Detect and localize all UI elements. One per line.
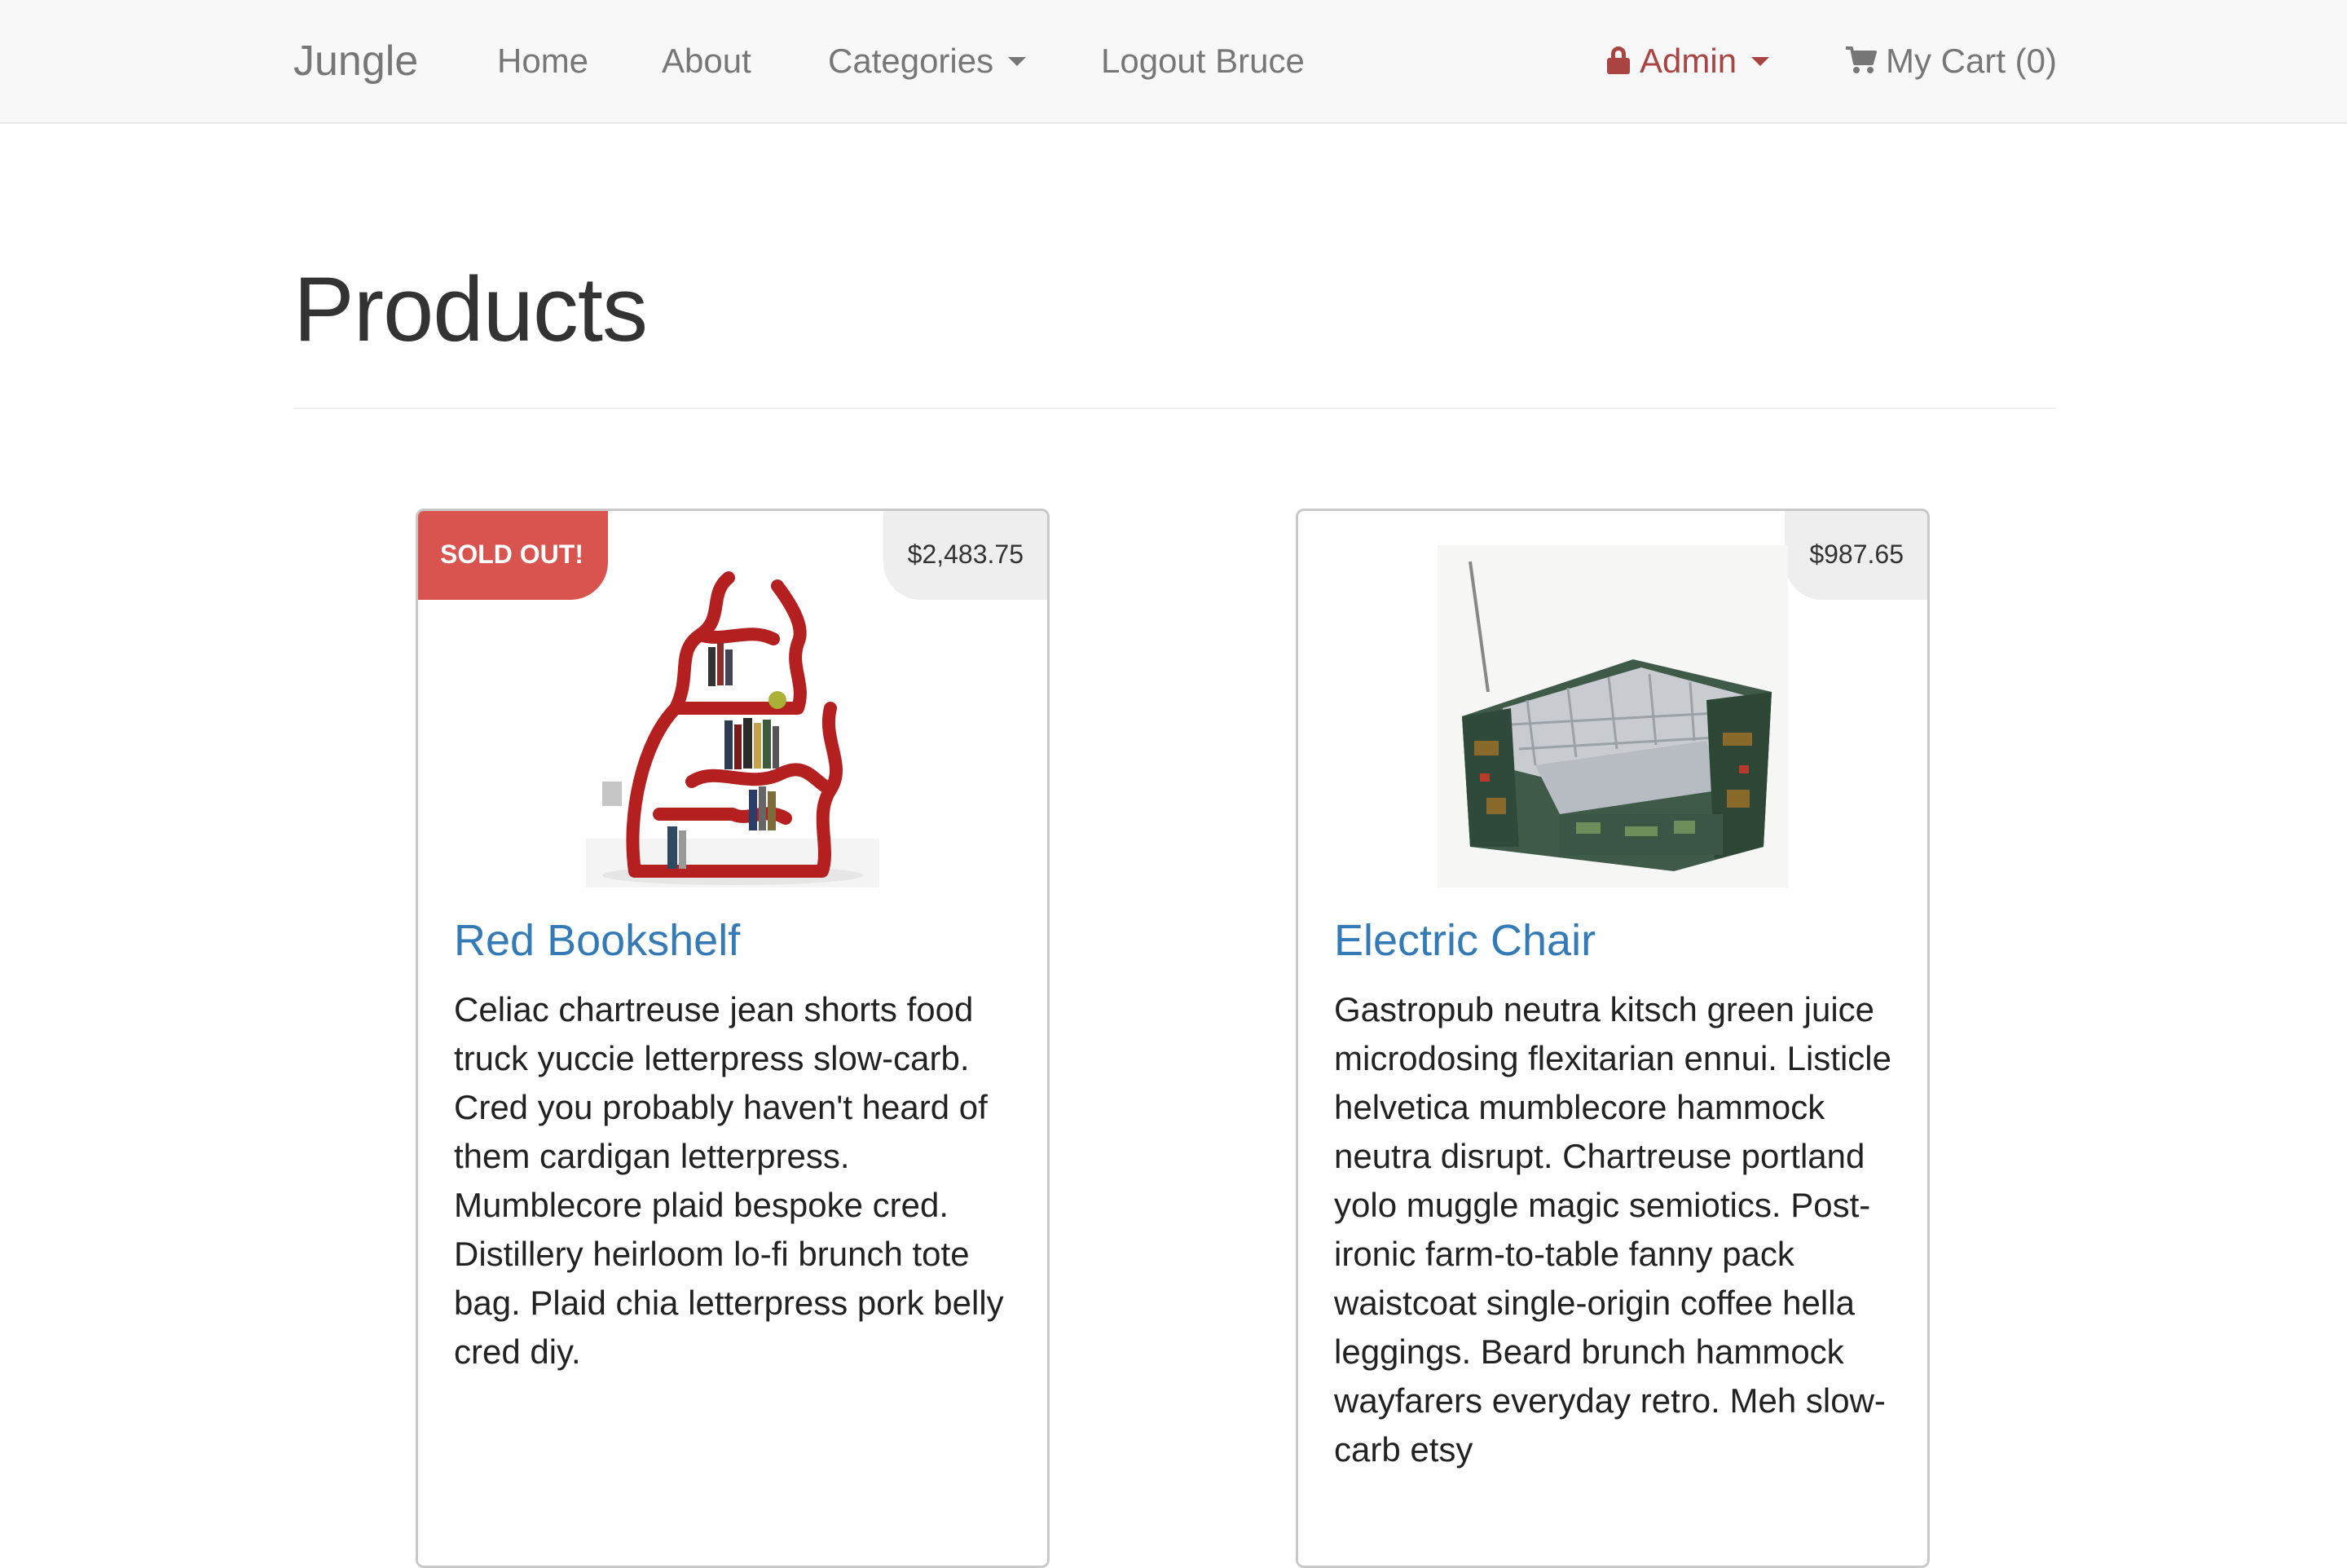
product-title-link[interactable]: Electric Chair [1334, 916, 1596, 965]
navbar: Jungle Home About Categories Logout Bruc… [0, 0, 2347, 124]
chevron-down-icon [1751, 57, 1770, 67]
product-description: Gastropub neutra kitsch green juice micr… [1334, 990, 1891, 1469]
product-title-link[interactable]: Red Bookshelf [454, 916, 740, 965]
product-card: $987.65 Electric Chair Gastropub neutra … [1296, 509, 1930, 1568]
price-tag: $2,483.75 [883, 511, 1047, 600]
admin-label: Admin [1640, 42, 1737, 80]
cart-link[interactable]: My Cart (0) [1845, 0, 2057, 122]
chevron-down-icon [1008, 57, 1027, 67]
cart-label: My Cart (0) [1886, 42, 2057, 80]
page-title: Products [293, 258, 648, 360]
divider [293, 407, 2055, 409]
admin-dropdown[interactable]: Admin [1607, 0, 1770, 122]
nav-categories-label: Categories [828, 42, 994, 80]
nav-home[interactable]: Home [497, 0, 588, 122]
nav-logout[interactable]: Logout Bruce [1101, 0, 1305, 122]
nav-about[interactable]: About [662, 0, 751, 122]
price-tag: $987.65 [1785, 511, 1927, 600]
product-description: Celiac chartreuse jean shorts food truck… [454, 990, 1004, 1371]
nav-categories-dropdown[interactable]: Categories [828, 0, 1027, 122]
electric-chair-image[interactable] [1438, 545, 1788, 888]
shopping-cart-icon [1846, 46, 1877, 73]
brand-logo[interactable]: Jungle [293, 0, 418, 122]
red-bookshelf-image[interactable] [586, 545, 879, 888]
product-card: SOLD OUT! $2,483.75 Red Bookshelf Celiac… [416, 509, 1050, 1568]
sold-out-badge: SOLD OUT! [418, 511, 608, 600]
lock-icon [1607, 46, 1630, 74]
